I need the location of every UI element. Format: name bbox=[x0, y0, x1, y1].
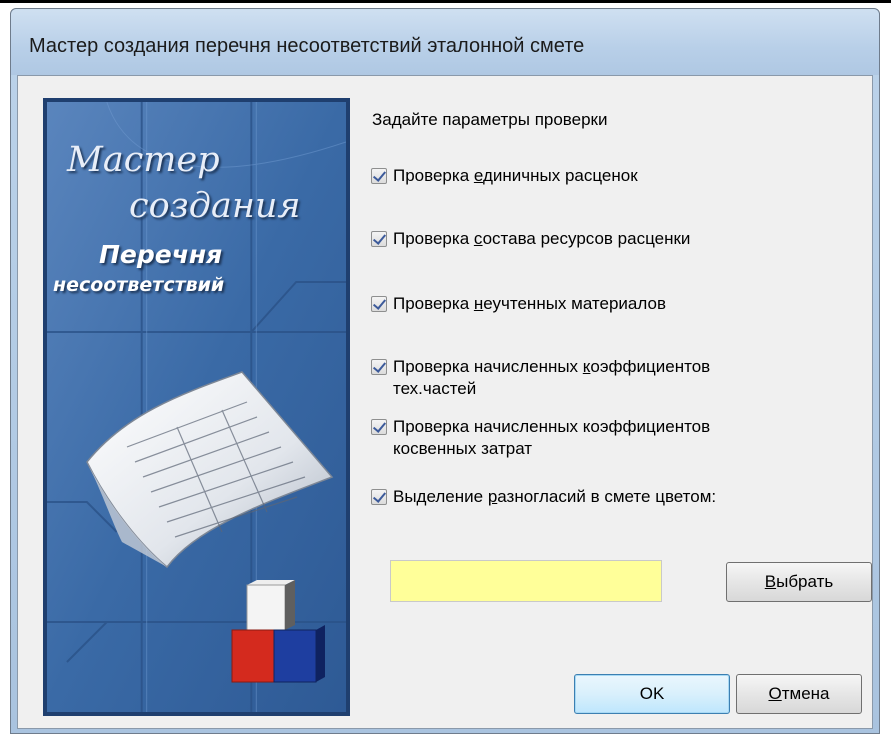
checkbox-tech-part-coefficients[interactable] bbox=[371, 359, 387, 375]
label-text-part: Выделение bbox=[393, 487, 488, 506]
label-text-part: Проверка начисленных bbox=[393, 357, 583, 376]
label-text-part: Проверка начисленных коэффициентов bbox=[393, 417, 711, 436]
accelerator-key: н bbox=[473, 294, 484, 313]
label-text-part: азногласий в смете цветом: bbox=[497, 487, 717, 506]
button-label: тмена bbox=[781, 684, 830, 703]
check-indirect-cost-coefficients-label[interactable]: Проверка начисленных коэффициентов косвен… bbox=[393, 416, 710, 460]
banner-title-line1: Мастер bbox=[67, 140, 220, 180]
accelerator-key: В bbox=[764, 572, 777, 591]
checkbox-unaccounted-materials[interactable] bbox=[371, 296, 387, 312]
top-border-line bbox=[0, 0, 891, 3]
label-text-part: оэффициентов bbox=[590, 357, 711, 376]
check-resource-composition[interactable]: Проверка состава ресурсов расценки bbox=[371, 228, 690, 250]
banner-title-line3: Перечня bbox=[99, 240, 223, 269]
check-unaccounted-materials[interactable]: Проверка неучтенных материалов bbox=[371, 293, 666, 315]
label-text-part: Проверка bbox=[393, 294, 474, 313]
accelerator-key: е bbox=[473, 166, 483, 185]
check-highlight-discrepancies[interactable]: Выделение разногласий в смете цветом: bbox=[371, 486, 716, 508]
banner-title-line2: создания bbox=[129, 186, 301, 226]
check-tech-part-coefficients-label[interactable]: Проверка начисленных коэффициентов тех.ча… bbox=[393, 356, 710, 400]
check-resource-composition-label[interactable]: Проверка состава ресурсов расценки bbox=[393, 228, 690, 250]
label-text-part: еучтенных материалов bbox=[483, 294, 666, 313]
choose-color-button[interactable]: Выбрать bbox=[726, 562, 872, 602]
accelerator-key: О bbox=[768, 684, 782, 703]
checkbox-unit-rates[interactable] bbox=[371, 168, 387, 184]
window-title: Мастер создания перечня несоответствий э… bbox=[29, 35, 585, 57]
checkbox-indirect-cost-coefficients[interactable] bbox=[371, 419, 387, 435]
label-text-part: остава ресурсов расценки bbox=[482, 229, 691, 248]
dialog-client-area: Мастер создания Перечня несоответствий З… bbox=[17, 75, 873, 729]
dialog-window: Мастер создания перечня несоответствий э… bbox=[10, 8, 880, 734]
label-text-part: Проверка bbox=[393, 166, 474, 185]
check-tech-part-coefficients[interactable]: Проверка начисленных коэффициентов тех.ча… bbox=[371, 356, 710, 400]
check-unit-rates-label[interactable]: Проверка единичных расценок bbox=[393, 165, 638, 187]
document-sheet-icon bbox=[86, 371, 334, 569]
label-text-line2: косвенных затрат bbox=[393, 439, 533, 458]
accelerator-key: р bbox=[487, 487, 498, 506]
title-bar[interactable]: Мастер создания перечня несоответствий э… bbox=[11, 9, 879, 75]
accelerator-key: с bbox=[473, 229, 483, 248]
highlight-color-swatch[interactable] bbox=[390, 560, 662, 602]
label-text-line2: тех.частей bbox=[393, 379, 477, 398]
wizard-banner: Мастер создания Перечня несоответствий bbox=[43, 98, 350, 716]
params-heading: Задайте параметры проверки bbox=[372, 110, 608, 129]
cubes-logo bbox=[231, 580, 325, 683]
label-text-part: Проверка bbox=[393, 229, 474, 248]
check-indirect-cost-coefficients[interactable]: Проверка начисленных коэффициентов косвен… bbox=[371, 416, 710, 460]
checkbox-resource-composition[interactable] bbox=[371, 231, 387, 247]
button-label: ыбрать bbox=[776, 572, 834, 591]
ok-button[interactable]: OK bbox=[574, 674, 730, 714]
label-text-part: диничных расценок bbox=[482, 166, 638, 185]
check-unit-rates[interactable]: Проверка единичных расценок bbox=[371, 165, 638, 187]
banner-title-line4: несоответствий bbox=[53, 274, 225, 296]
check-highlight-discrepancies-label[interactable]: Выделение разногласий в смете цветом: bbox=[393, 486, 716, 508]
checkbox-highlight-discrepancies[interactable] bbox=[371, 489, 387, 505]
check-unaccounted-materials-label[interactable]: Проверка неучтенных материалов bbox=[393, 293, 666, 315]
cancel-button[interactable]: Отмена bbox=[736, 674, 862, 714]
